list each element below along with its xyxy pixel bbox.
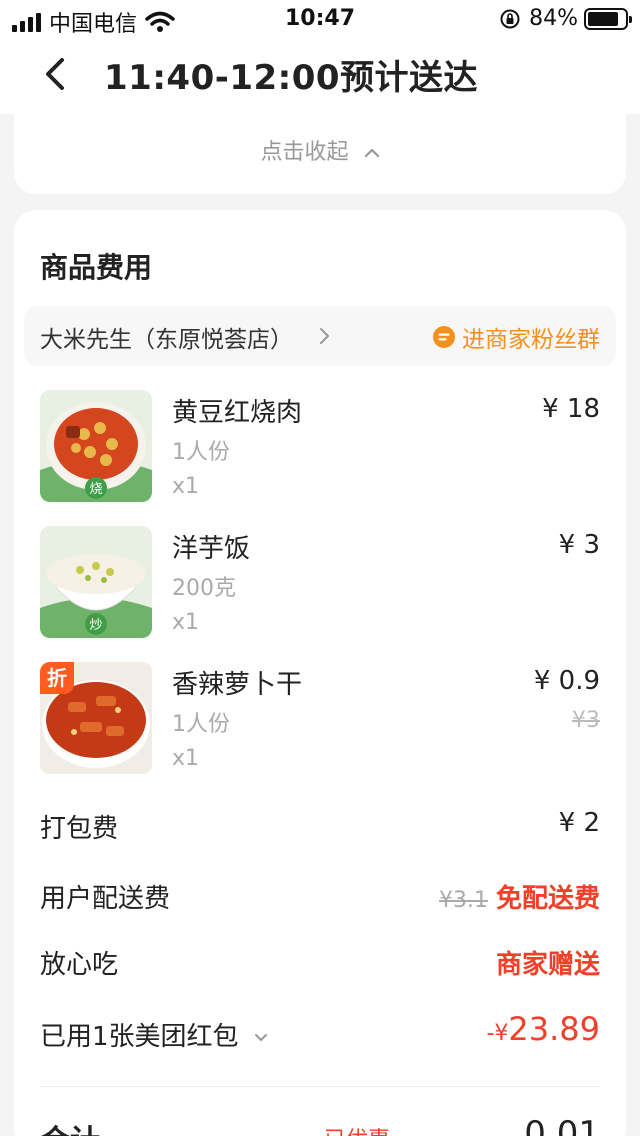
item-price: ¥ 0.9 [533, 666, 600, 696]
fee-label: 打包费 [40, 814, 119, 844]
item-original-price: ¥3 [572, 708, 600, 733]
fan-group-label: 进商家粉丝群 [462, 327, 600, 353]
fee-value: 商家赠送 [495, 950, 600, 980]
chevron-up-icon [364, 148, 379, 158]
food-image: 烧 [40, 390, 152, 502]
fan-group-button[interactable]: 进商家粉丝群 [432, 320, 600, 354]
divider [40, 1086, 600, 1087]
packing-fee-row: 打包费 ¥ 2 [40, 808, 600, 848]
fee-label[interactable]: 已用1张美团红包 [40, 1016, 269, 1053]
assurance-row[interactable]: 放心吃 商家赠送 [40, 944, 600, 984]
item-name: 黄豆红烧肉 [172, 398, 303, 428]
food-image: 炒 [40, 526, 152, 638]
chevron-right-icon[interactable] [318, 326, 332, 346]
battery-level-fill [588, 11, 619, 26]
item-name: 香辣萝卜干 [172, 670, 303, 700]
item-name: 洋芋饭 [172, 534, 251, 564]
store-name-link[interactable]: 大米先生（东原悦荟店） [40, 320, 293, 354]
collapse-card: 点击收起 [14, 114, 626, 194]
page-title: 11:40-12:00预计送达 [104, 58, 479, 98]
total-value: 0.01 [524, 1114, 600, 1136]
chevron-left-icon [46, 58, 64, 90]
total-label: 合计 [40, 1116, 100, 1136]
list-item[interactable]: 折 香辣萝卜干 1人份 x1 ¥ 0.9 ¥3 [40, 662, 600, 778]
fee-value: ¥3.1 免配送费 [439, 878, 600, 915]
store-row: 大米先生（东原悦荟店） 进商家粉丝群 [24, 306, 616, 366]
discount-amount: 23.89 [508, 1010, 600, 1048]
delivery-fee-row: 用户配送费 ¥3.1 免配送费 [40, 878, 600, 918]
item-spec: 1人份 [172, 440, 230, 465]
collapse-label: 点击收起 [260, 140, 349, 165]
svg-text:烧: 烧 [89, 482, 102, 497]
section-title: 商品费用 [40, 251, 153, 284]
collapse-button[interactable]: 点击收起 [14, 134, 626, 166]
svg-text:炒: 炒 [89, 618, 102, 633]
list-item[interactable]: 炒 洋芋饭 200克 x1 ¥ 3 [40, 526, 600, 642]
free-delivery-label: 免配送费 [495, 884, 600, 914]
goods-fee-card: 商品费用 大米先生（东原悦荟店） 进商家粉丝群 烧 黄豆红烧肉 1人份 x1 ¥… [14, 210, 626, 1136]
battery-percent: 84% [529, 6, 578, 31]
item-spec: 1人份 [172, 712, 230, 737]
fee-value: ¥ 2 [558, 808, 600, 838]
discount-sign: -¥ [486, 1021, 509, 1046]
battery-icon [584, 7, 632, 30]
item-quantity: x1 [172, 474, 200, 499]
total-saved-label: 已优惠 [324, 1122, 390, 1136]
item-price: ¥ 3 [558, 530, 600, 560]
fee-label: 用户配送费 [40, 884, 171, 914]
chat-bubble-icon [433, 326, 455, 348]
page-header: 11:40-12:00预计送达 [0, 40, 640, 114]
original-delivery-fee: ¥3.1 [439, 888, 488, 913]
status-bar: 中国电信 10:47 84% [0, 0, 640, 40]
fee-label: 放心吃 [40, 950, 119, 980]
item-quantity: x1 [172, 610, 200, 635]
red-packet-row[interactable]: 已用1张美团红包 -¥23.89 [40, 1010, 600, 1056]
red-packet-label: 已用1张美团红包 [40, 1022, 239, 1052]
discount-badge: 折 [40, 662, 74, 694]
item-quantity: x1 [172, 746, 200, 771]
item-spec: 200克 [172, 576, 236, 601]
item-price: ¥ 18 [542, 394, 600, 424]
red-packet-value: -¥23.89 [486, 1010, 600, 1048]
chevron-down-icon [254, 1033, 267, 1041]
list-item[interactable]: 烧 黄豆红烧肉 1人份 x1 ¥ 18 [40, 390, 600, 506]
rotation-lock-icon [500, 9, 520, 28]
back-button[interactable] [36, 54, 76, 94]
